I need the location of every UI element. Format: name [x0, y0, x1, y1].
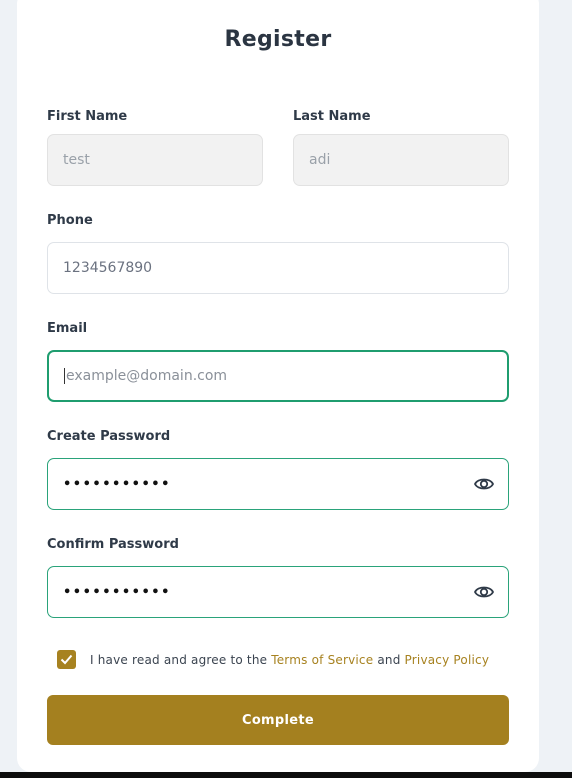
eye-icon[interactable]	[473, 582, 495, 602]
first-name-label: First Name	[47, 109, 128, 124]
create-password-masked-value: •••••••••••	[63, 476, 171, 492]
last-name-input[interactable]: adi	[293, 134, 509, 186]
terms-and: and	[373, 653, 405, 667]
phone-input[interactable]: 1234567890	[47, 242, 509, 294]
text-caret	[64, 368, 65, 384]
confirm-password-masked-value: •••••••••••	[63, 584, 171, 600]
email-input[interactable]: example@domain.com	[47, 350, 509, 402]
terms-checkbox[interactable]	[57, 650, 76, 669]
last-name-label: Last Name	[293, 109, 371, 124]
phone-value: 1234567890	[63, 260, 153, 276]
phone-label: Phone	[47, 213, 93, 228]
last-name-value: adi	[309, 152, 331, 168]
page-title: Register	[224, 27, 332, 52]
confirm-password-input[interactable]: •••••••••••	[47, 566, 509, 618]
eye-icon[interactable]	[473, 474, 495, 494]
bottom-bar	[0, 772, 572, 778]
email-placeholder: example@domain.com	[66, 368, 228, 384]
privacy-policy-link[interactable]: Privacy Policy	[405, 653, 490, 667]
first-name-value: test	[63, 152, 90, 168]
complete-button[interactable]: Complete	[47, 695, 509, 745]
terms-prefix: I have read and agree to the	[90, 653, 272, 667]
confirm-password-label: Confirm Password	[47, 537, 179, 552]
first-name-input[interactable]: test	[47, 134, 263, 186]
terms-of-service-link[interactable]: Terms of Service	[271, 653, 373, 667]
email-label: Email	[47, 321, 88, 336]
checkmark-icon	[60, 654, 73, 665]
create-password-input[interactable]: •••••••••••	[47, 458, 509, 510]
terms-text: I have read and agree to the Terms of Se…	[90, 653, 489, 667]
create-password-label: Create Password	[47, 429, 171, 444]
